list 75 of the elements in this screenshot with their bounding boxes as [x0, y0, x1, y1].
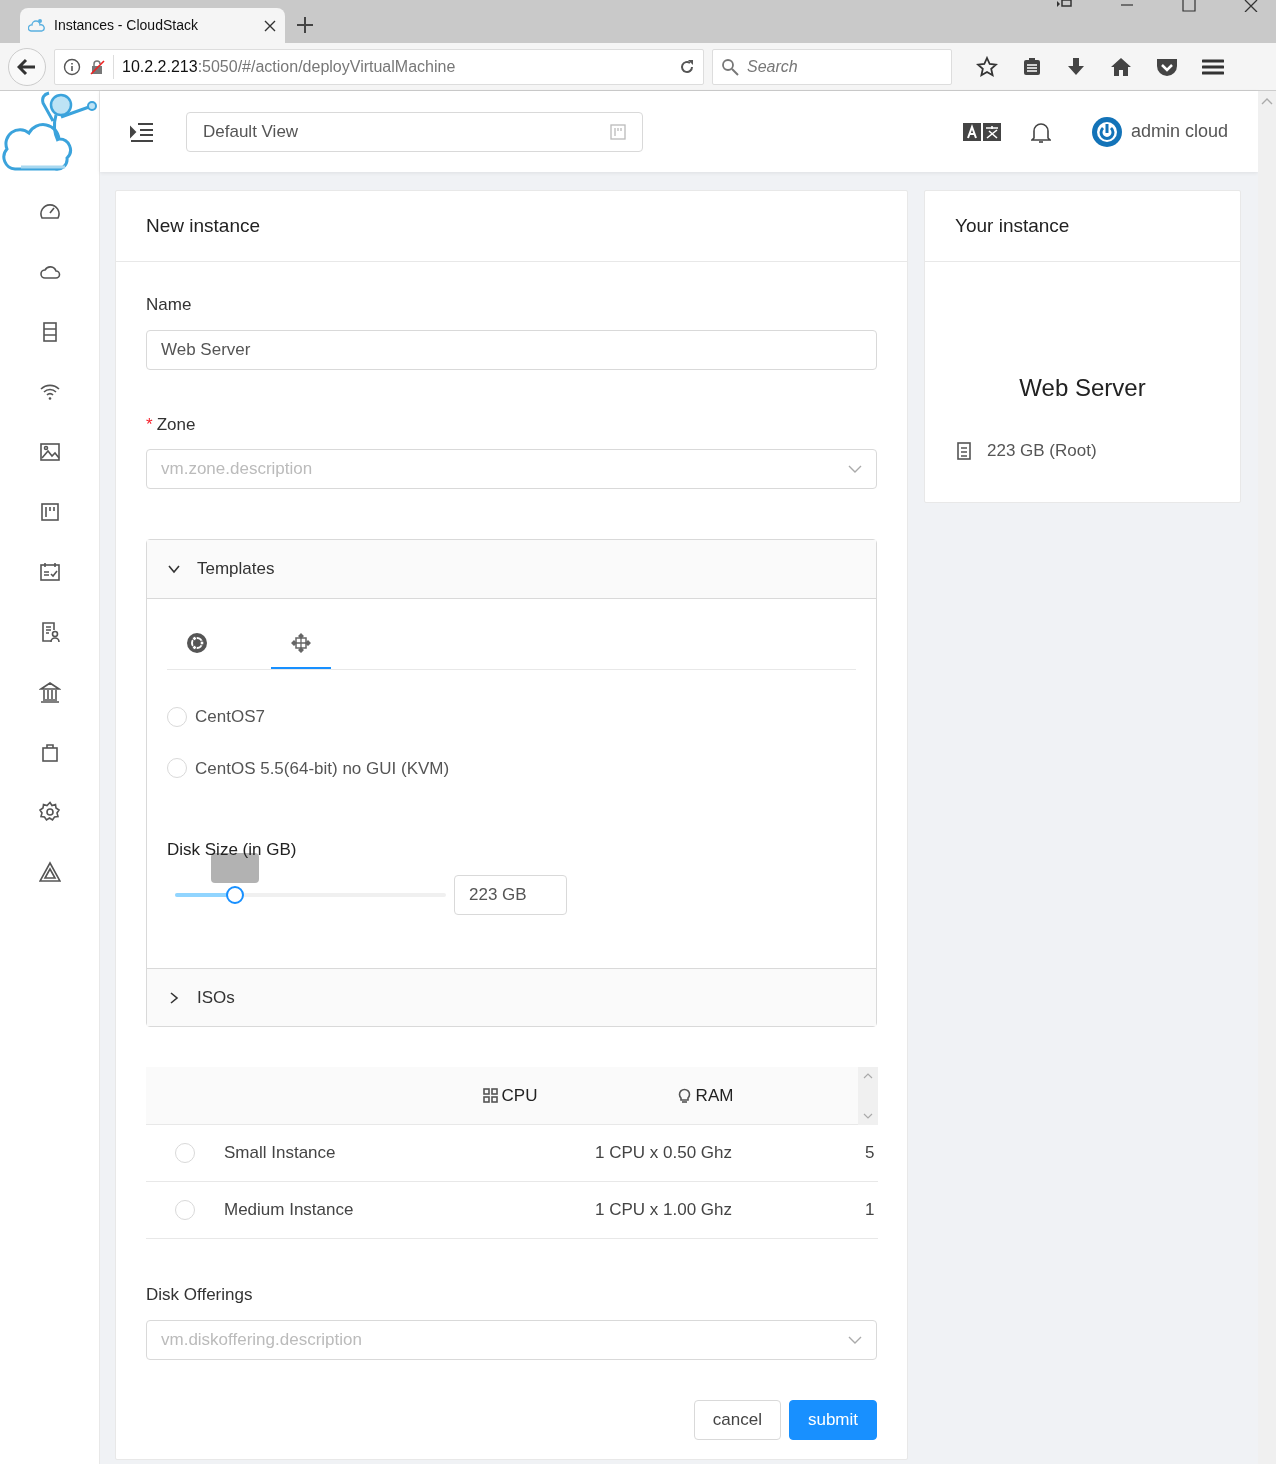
table-cell: 5 [865, 1143, 875, 1163]
caret-up-icon [1261, 97, 1273, 105]
grid-icon [482, 1088, 498, 1103]
column-header: RAM [695, 1084, 734, 1107]
url-text: 10.2.2.213:5050/#/action/deployVirtualMachine [113, 54, 665, 79]
option-label: CentOS7 [195, 706, 265, 728]
chevron-down-icon [848, 464, 862, 474]
option-label: CentOS 5.5(64-bit) no GUI (KVM) [195, 757, 450, 780]
caret-up-icon [863, 1072, 873, 1079]
name-input-field[interactable]: Web Server [146, 329, 877, 370]
cloud-logo-icon [28, 16, 46, 35]
table-cell: Medium Instance [224, 1200, 354, 1220]
clipboard-list-icon[interactable] [1022, 56, 1042, 77]
board-icon [610, 123, 626, 140]
cast-icon[interactable] [1056, 0, 1072, 10]
slider-thumb[interactable] [225, 885, 244, 904]
translate-icon[interactable] [962, 121, 1001, 142]
search-icon [721, 57, 739, 76]
menu-fold-icon[interactable] [130, 121, 154, 142]
tab-title: Instances - CloudStack [54, 16, 199, 35]
collapse-header[interactable]: ISOs [147, 968, 876, 1026]
browser-tab[interactable]: Instances - CloudStack [20, 8, 285, 43]
user-menu[interactable]: admin cloud [1090, 115, 1228, 148]
radio-button[interactable] [167, 758, 187, 779]
field-label: Zone [156, 413, 196, 436]
menu-icon[interactable] [1202, 57, 1224, 76]
settings-icon[interactable] [38, 801, 61, 823]
reload-icon[interactable] [679, 58, 695, 75]
ubuntu-logo-icon [186, 632, 208, 654]
close-icon[interactable] [1244, 0, 1258, 12]
table-cell: Small Instance [224, 1143, 336, 1163]
home-icon[interactable] [1110, 56, 1132, 77]
new-tab-icon[interactable] [296, 16, 314, 34]
collapse-header[interactable]: Templates [147, 540, 876, 598]
back-arrow-icon [17, 57, 37, 76]
cancel-button[interactable]: cancel [693, 1399, 781, 1440]
card-title: Your instance [955, 213, 1070, 238]
radio-button[interactable] [167, 706, 187, 727]
radio-button[interactable] [175, 1143, 195, 1163]
scrollbar[interactable] [858, 1067, 878, 1125]
insecure-lock-icon[interactable] [89, 58, 105, 75]
power-avatar-icon [1090, 115, 1123, 148]
calendar-check-icon[interactable] [38, 561, 61, 583]
field-label: Name [146, 294, 193, 316]
warning-triangle-icon[interactable] [38, 861, 61, 883]
chevron-down-icon [848, 1334, 862, 1345]
radio-button[interactable] [175, 1200, 195, 1220]
image-icon[interactable] [38, 441, 61, 463]
column-header: CPU [501, 1084, 538, 1107]
instance-name: Web Server [1018, 373, 1147, 403]
info-icon[interactable] [63, 57, 81, 76]
field-label: Disk Size (in GB) [167, 839, 297, 861]
maximize-icon[interactable] [1182, 0, 1196, 12]
card-title: New instance [146, 213, 261, 238]
table-cell: 1 CPU x 1.00 Ghz [595, 1200, 732, 1220]
centos-logo-icon [290, 632, 312, 654]
required-mark: * [146, 413, 153, 436]
table-cell: 1 CPU x 0.50 Ghz [595, 1143, 732, 1163]
close-icon[interactable] [263, 18, 277, 33]
table-cell: 1 [865, 1200, 875, 1220]
bank-icon[interactable] [38, 681, 61, 703]
view-select[interactable]: Default View [186, 111, 643, 152]
search-field[interactable]: Search [712, 48, 952, 85]
back-button[interactable] [8, 47, 46, 86]
disk-size-input-field[interactable]: 223 GB [454, 874, 567, 915]
caret-down-icon [863, 1112, 873, 1119]
pocket-icon[interactable] [1156, 56, 1178, 77]
board-icon[interactable] [38, 501, 61, 523]
field-label: Disk Offerings [146, 1284, 254, 1306]
bulb-icon [676, 1088, 692, 1103]
disk-size-text: 223 GB (Root) [987, 440, 1097, 462]
address-bar[interactable]: 10.2.2.213:5050/#/action/deployVirtualMachine [54, 48, 704, 85]
download-icon[interactable] [1066, 56, 1086, 77]
page-scrollbar[interactable] [1258, 91, 1276, 1464]
star-icon[interactable] [976, 55, 998, 78]
